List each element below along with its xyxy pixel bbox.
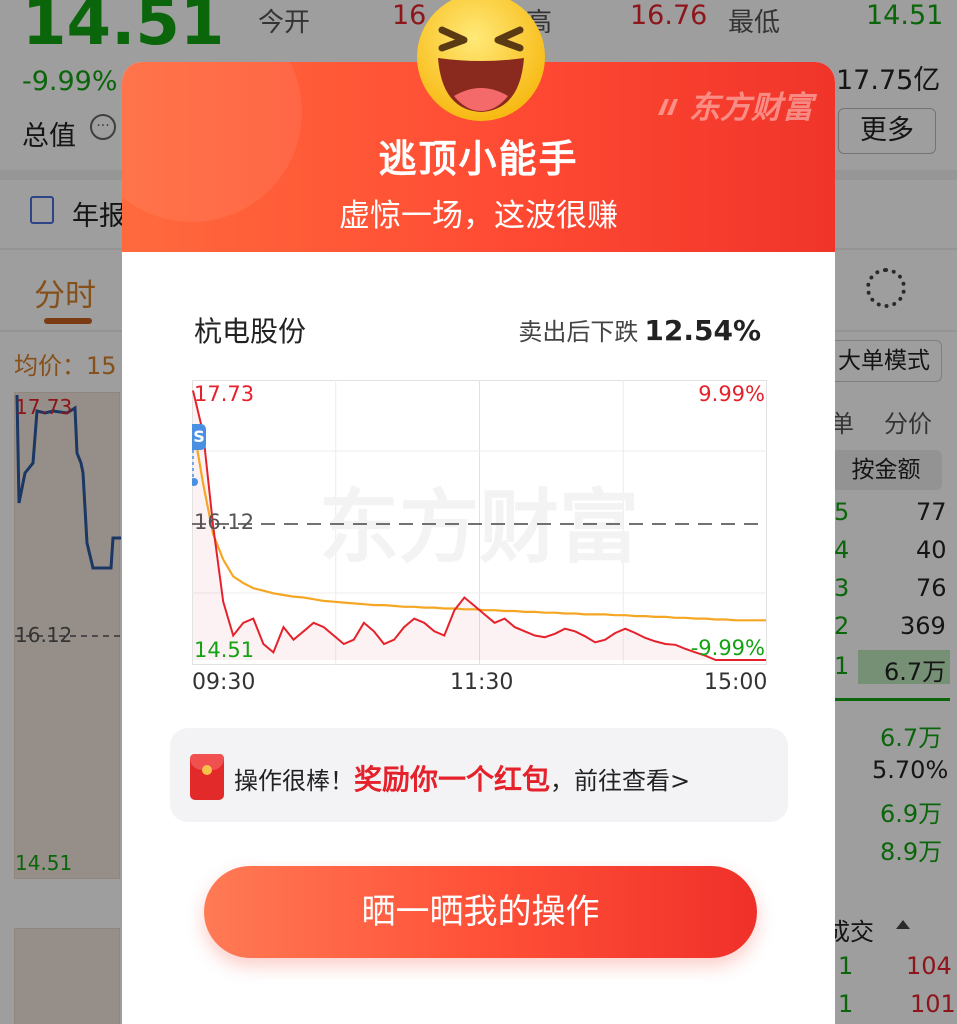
- drop-value: 12.54%: [644, 314, 761, 347]
- time-tick-end: 15:00: [704, 670, 768, 695]
- chart-watermark: 东方财富: [319, 481, 639, 574]
- reward-highlight: 奖励你一个红包: [354, 763, 551, 796]
- reward-suffix: ，前往查看>: [550, 767, 691, 795]
- stock-name: 杭电股份: [194, 315, 307, 348]
- chart-ref-price: 16.12: [194, 510, 255, 534]
- chart-top-price: 17.73: [194, 382, 255, 406]
- dialog-subtitle: 虚惊一场，这波很赚: [339, 198, 618, 234]
- time-tick-mid: 11:30: [450, 670, 514, 695]
- sell-marker-label: S: [193, 427, 205, 446]
- reward-prefix: 操作很棒！: [234, 767, 354, 795]
- intraday-mini-chart: 东方财富 17.73 9.99% 16.12 14.51 -9.99% S: [190, 380, 767, 665]
- achievement-dialog: 东方财富 逃顶小能手 虚惊一场，这波很赚 杭电股份 卖出后下跌 12.54% 东方…: [122, 62, 835, 1024]
- brand-name: 东方财富: [689, 90, 813, 126]
- brand-watermark: 东方财富: [655, 82, 813, 127]
- sell-marker: S: [192, 424, 206, 450]
- laughing-emoji-icon: [417, 0, 545, 121]
- drop-label-text: 卖出后下跌: [518, 318, 639, 346]
- chart-bottom-pct: -9.99%: [690, 636, 765, 660]
- reward-banner[interactable]: 操作很棒！奖励你一个红包，前往查看>: [170, 728, 788, 822]
- drop-after-sell: 卖出后下跌 12.54%: [518, 312, 761, 347]
- chart-top-pct: 9.99%: [698, 382, 765, 406]
- mini-chart-svg: 东方财富: [190, 380, 767, 665]
- share-operation-button[interactable]: 晒一晒我的操作: [204, 866, 757, 958]
- app-root: 14.51 -9.99% 总值 ··· 今开 16 高 16.76 最低 14.…: [0, 0, 957, 1024]
- brand-logo-icon: [658, 99, 678, 115]
- red-envelope-icon: [190, 754, 224, 800]
- reward-text[interactable]: 操作很棒！奖励你一个红包，前往查看>: [234, 758, 690, 798]
- dialog-title: 逃顶小能手: [378, 137, 579, 181]
- time-tick-start: 09:30: [192, 670, 256, 695]
- chart-bottom-price: 14.51: [194, 638, 255, 662]
